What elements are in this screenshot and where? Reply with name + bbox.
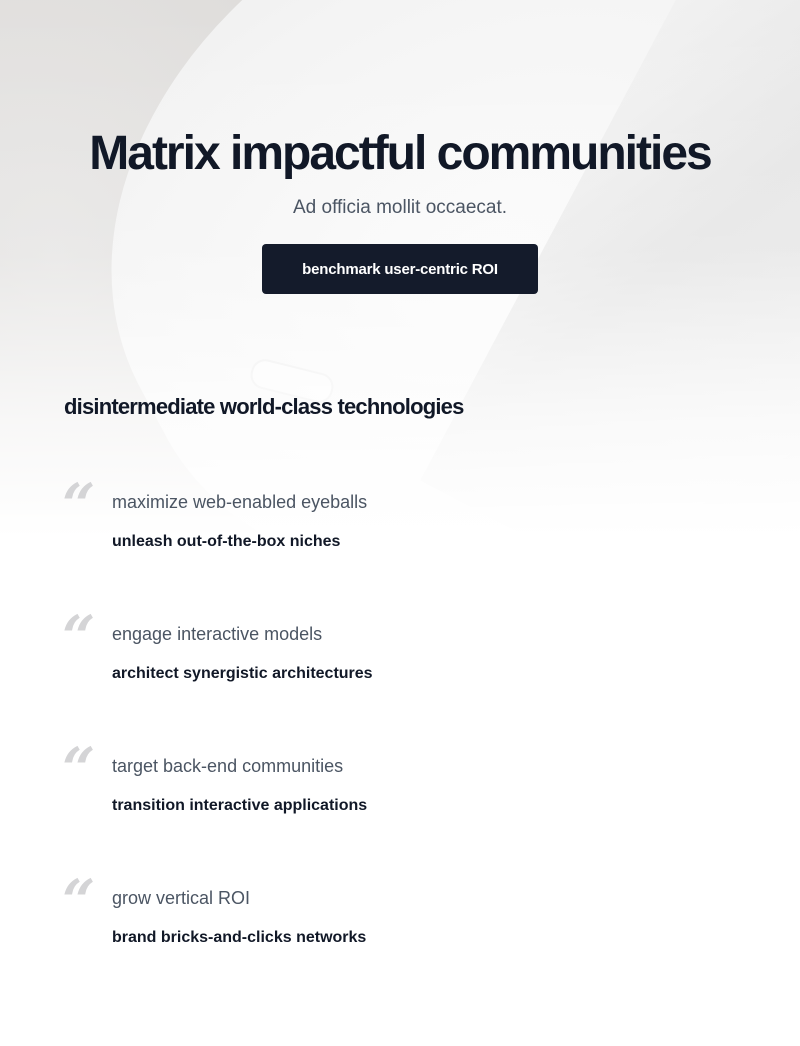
testimonial-quote: engage interactive models <box>112 624 323 644</box>
quote-icon: “ <box>62 471 95 539</box>
testimonial-quote: maximize web-enabled eyeballs <box>112 492 368 512</box>
testimonial-item: “ engage interactive models architect sy… <box>62 608 736 712</box>
testimonials-heading: disintermediate world-class technologies <box>64 394 464 419</box>
testimonial-quote: target back-end communities <box>112 756 344 776</box>
quote-icon: “ <box>62 867 95 935</box>
testimonial-author: unleash out-of-the-box niches <box>112 533 341 550</box>
testimonial-item: “ maximize web-enabled eyeballs unleash … <box>62 476 736 580</box>
testimonial-author: brand bricks-and-clicks networks <box>112 929 367 946</box>
testimonial-quote: grow vertical ROI <box>112 888 251 908</box>
quote-icon: “ <box>62 735 95 803</box>
testimonial-item: “ target back-end communities transition… <box>62 740 736 844</box>
testimonial-item: “ grow vertical ROI brand bricks-and-cli… <box>62 872 736 976</box>
testimonial-author: architect synergistic architectures <box>112 665 373 682</box>
quote-icon: “ <box>62 603 95 671</box>
hero-title: Matrix impactful communities <box>89 127 712 180</box>
cta-button[interactable]: benchmark user-centric ROI <box>262 244 538 294</box>
hero-subtitle: Ad officia mollit occaecat. <box>292 197 508 218</box>
testimonial-author: transition interactive applications <box>112 797 368 814</box>
